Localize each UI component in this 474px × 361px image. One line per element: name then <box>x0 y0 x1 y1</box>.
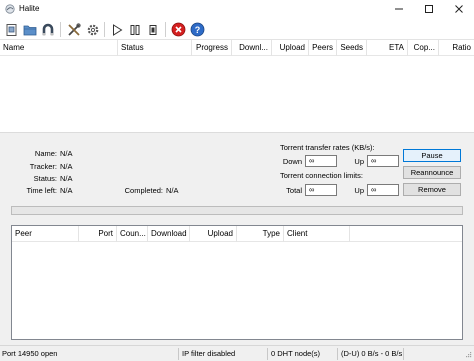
completed-label: Completed: <box>124 186 163 195</box>
statusbar-divider <box>178 348 179 360</box>
peers-list[interactable]: Peer Port Coun... Download Upload Type C… <box>11 225 463 340</box>
close-button[interactable] <box>444 0 474 18</box>
toolbar-separator <box>104 22 105 37</box>
remove-button[interactable]: Remove <box>403 183 461 196</box>
maximize-icon <box>425 5 433 13</box>
down-rate-label: Down <box>282 157 302 166</box>
column-peer-upload[interactable]: Upload <box>190 226 237 242</box>
ip-filter-status: IP filter disabled <box>182 349 236 358</box>
minimize-button[interactable] <box>384 0 414 18</box>
name-value: N/A <box>60 149 73 158</box>
torrent-progress-bar <box>11 206 463 215</box>
port-status: Port 14950 open <box>2 349 58 358</box>
connection-limits-title: Torrent connection limits: <box>280 171 363 180</box>
dht-status: 0 DHT node(s) <box>271 349 321 358</box>
column-eta[interactable]: ETA <box>367 40 408 56</box>
pause-button-toolbar[interactable] <box>126 21 143 38</box>
status-value: N/A <box>60 174 73 183</box>
toolbar: ? <box>0 18 474 40</box>
tools-button[interactable] <box>65 21 82 38</box>
close-icon <box>455 5 463 13</box>
time-left-value: N/A <box>60 186 73 195</box>
svg-text:?: ? <box>195 25 201 35</box>
name-label: Name: <box>34 149 57 158</box>
tracker-value: N/A <box>60 162 73 171</box>
remove-icon <box>171 22 186 37</box>
resize-grip-icon[interactable] <box>462 350 472 360</box>
open-folder-button[interactable] <box>21 21 38 38</box>
transfer-rates-title: Torrent transfer rates (KB/s): <box>280 143 375 152</box>
total-connections-label: Total <box>286 186 302 195</box>
column-peer[interactable]: Peer <box>12 226 79 242</box>
start-button[interactable] <box>108 21 125 38</box>
stop-icon <box>149 24 156 35</box>
column-type[interactable]: Type <box>237 226 284 242</box>
preferences-button[interactable] <box>84 21 101 38</box>
tools-icon <box>67 22 81 36</box>
folder-icon <box>23 25 36 35</box>
down-rate-input[interactable]: ∞ <box>305 155 337 167</box>
stop-button[interactable] <box>144 21 161 38</box>
column-name[interactable]: Name <box>0 40 118 56</box>
minimize-icon <box>395 8 403 10</box>
toolbar-separator <box>165 22 166 37</box>
open-torrent-icon <box>6 23 16 36</box>
column-download[interactable]: Downl... <box>232 40 272 56</box>
column-ratio[interactable]: Ratio <box>439 40 474 56</box>
peers-list-header: Peer Port Coun... Download Upload Type C… <box>12 226 462 242</box>
statusbar-divider <box>403 348 404 360</box>
column-status[interactable]: Status <box>118 40 192 56</box>
completed-value: N/A <box>166 186 179 195</box>
up-connections-label: Up <box>354 186 364 195</box>
halite-app-icon <box>5 4 15 14</box>
pause-button[interactable]: Pause <box>403 149 461 162</box>
tracker-label: Tracker: <box>29 162 57 171</box>
up-rate-input[interactable]: ∞ <box>367 155 399 167</box>
column-progress[interactable]: Progress <box>192 40 232 56</box>
statusbar-divider <box>267 348 268 360</box>
play-icon <box>112 23 122 36</box>
column-peers[interactable]: Peers <box>309 40 337 56</box>
help-icon: ? <box>190 22 205 37</box>
open-torrent-button[interactable] <box>3 21 20 38</box>
torrent-list[interactable] <box>0 56 474 132</box>
maximize-button[interactable] <box>414 0 444 18</box>
column-peer-download[interactable]: Download <box>148 226 190 242</box>
status-bar: Port 14950 open IP filter disabled 0 DHT… <box>0 345 474 361</box>
total-connections-input[interactable]: ∞ <box>305 184 337 196</box>
up-connections-input[interactable]: ∞ <box>367 184 399 196</box>
torrent-list-header: Name Status Progress Downl... Upload Pee… <box>0 40 474 56</box>
magnet-button[interactable] <box>39 21 56 38</box>
remove-torrent-button[interactable] <box>170 21 187 38</box>
statusbar-divider <box>337 348 338 360</box>
gear-icon <box>87 24 98 35</box>
magnet-icon <box>42 23 53 35</box>
time-left-label: Time left: <box>26 186 57 195</box>
column-seeds[interactable]: Seeds <box>337 40 367 56</box>
column-copies[interactable]: Cop... <box>408 40 439 56</box>
help-button[interactable]: ? <box>189 21 206 38</box>
reannounce-button[interactable]: Reannounce <box>403 166 461 179</box>
title-bar: Halite <box>0 0 474 18</box>
column-client[interactable]: Client <box>284 226 350 242</box>
toolbar-separator <box>60 22 61 37</box>
pause-icon <box>130 24 139 35</box>
up-rate-label: Up <box>354 157 364 166</box>
status-label: Status: <box>33 174 57 183</box>
transfer-rate-status: (D-U) 0 B/s - 0 B/s <box>341 349 403 358</box>
column-upload[interactable]: Upload <box>272 40 309 56</box>
column-port[interactable]: Port <box>79 226 117 242</box>
window-title: Halite <box>19 4 40 13</box>
column-country[interactable]: Coun... <box>117 226 148 242</box>
